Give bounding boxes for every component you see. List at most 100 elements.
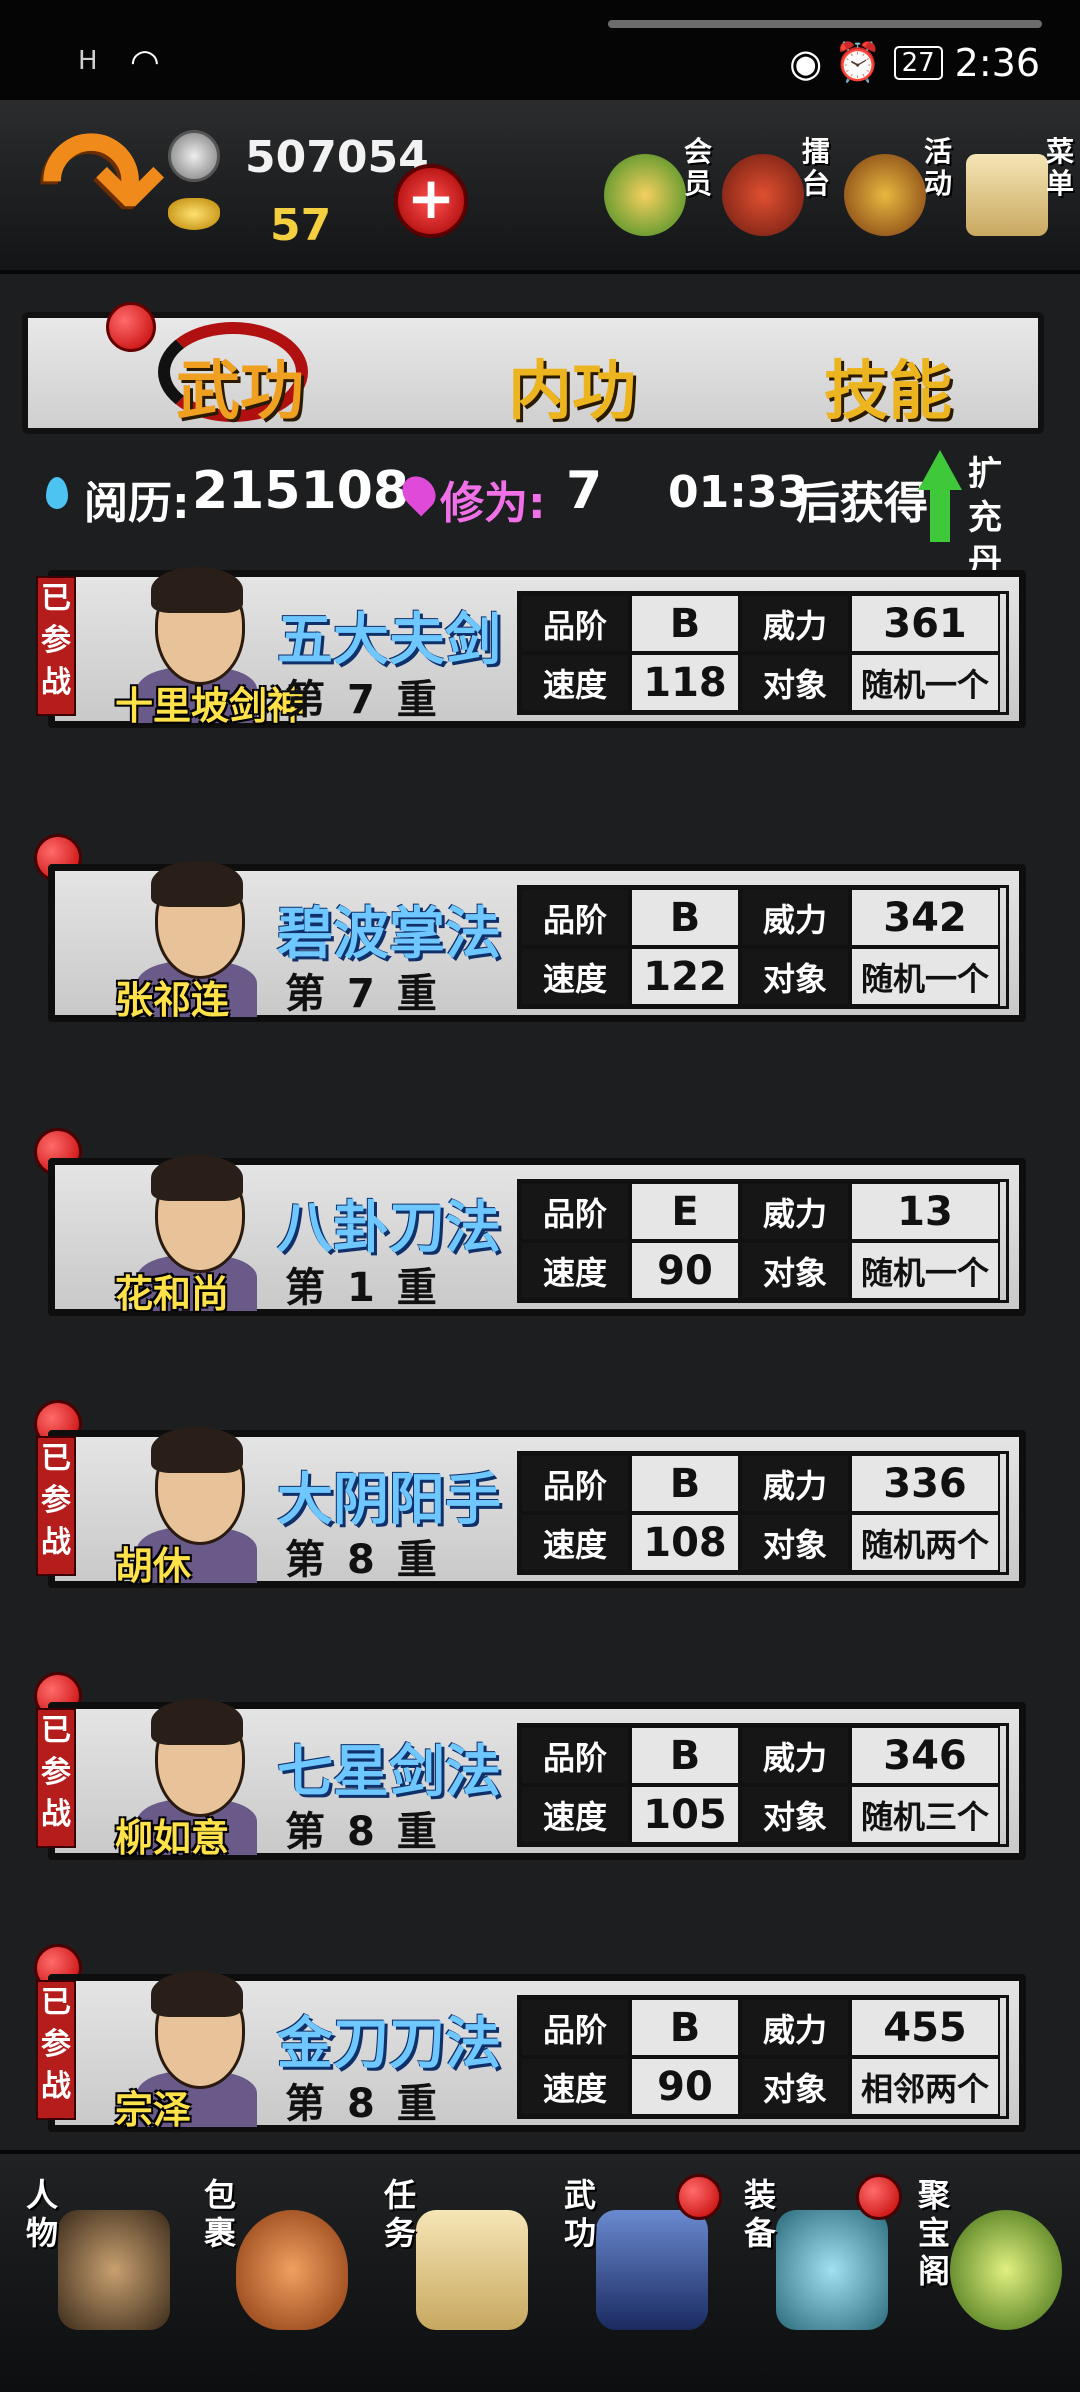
cultivation-value: 7 bbox=[566, 461, 603, 521]
add-currency-button[interactable]: + bbox=[394, 164, 468, 238]
nav-equip-label: 装备 bbox=[743, 2176, 776, 2252]
expand-arrow-icon[interactable] bbox=[918, 450, 962, 490]
speed-label: 速度 bbox=[520, 1513, 630, 1572]
signal-icon: H bbox=[78, 46, 98, 76]
grade-label: 品阶 bbox=[520, 1454, 630, 1513]
power-label: 威力 bbox=[740, 1726, 850, 1785]
skill-name: 八卦刀法 bbox=[277, 1196, 501, 1261]
alarm-icon: ⏰ bbox=[834, 40, 882, 84]
nav-bag-label: 包裹 bbox=[203, 2176, 236, 2252]
tab-bar: 武功 内功 技能 bbox=[22, 312, 1044, 434]
target-label: 对象 bbox=[740, 1513, 850, 1572]
grade-label: 品阶 bbox=[520, 1998, 630, 2057]
skill-name: 金刀刀法 bbox=[277, 2012, 501, 2077]
gold-amount: 57 bbox=[270, 200, 332, 251]
target-value: 随机一个 bbox=[850, 1241, 1000, 1300]
martial-book-icon bbox=[596, 2210, 708, 2330]
target-label: 对象 bbox=[740, 1241, 850, 1300]
skill-level: 第 7 重 bbox=[285, 667, 441, 725]
equip-sword-icon bbox=[776, 2210, 888, 2330]
power-value: 342 bbox=[850, 888, 1000, 947]
target-value: 随机三个 bbox=[850, 1785, 1000, 1844]
grade-label: 品阶 bbox=[520, 1182, 630, 1241]
gold-ingot-icon bbox=[168, 198, 220, 230]
nav-martial[interactable]: 武功 bbox=[552, 2170, 722, 2370]
skill-card[interactable]: 宗泽 金刀刀法 第 8 重 品阶 B 威力 455 速度 90 对象 相邻两个 bbox=[48, 1971, 1026, 2132]
skill-stats-grid: 品阶 B 威力 346 速度 105 对象 随机三个 bbox=[517, 1723, 1009, 1847]
battery-icon: 27 bbox=[893, 45, 943, 80]
grade-value: B bbox=[630, 1726, 740, 1785]
skill-card[interactable]: 花和尚 八卦刀法 第 1 重 品阶 E 威力 13 速度 90 对象 随机一个 bbox=[48, 1155, 1026, 1316]
skill-stats-grid: 品阶 B 威力 342 速度 122 对象 随机一个 bbox=[517, 885, 1009, 1009]
level-value: 1 bbox=[346, 1265, 379, 1311]
experience-label: 阅历: bbox=[84, 478, 190, 529]
grade-label: 品阶 bbox=[520, 1726, 630, 1785]
skill-card[interactable]: 柳如意 七星剑法 第 8 重 品阶 B 威力 346 速度 105 对象 随机三… bbox=[48, 1699, 1026, 1860]
timer: 01:33 bbox=[668, 467, 809, 518]
clock: 2:36 bbox=[954, 40, 1040, 85]
notch-pill bbox=[608, 20, 1042, 28]
tab-inner[interactable]: 内功 bbox=[508, 340, 636, 432]
nav-equip[interactable]: 装备 bbox=[732, 2170, 902, 2370]
nav-character-label: 人物 bbox=[25, 2176, 58, 2252]
speed-label: 速度 bbox=[520, 2057, 630, 2116]
target-label: 对象 bbox=[740, 653, 850, 712]
activity-icon bbox=[844, 154, 926, 236]
nav-bag[interactable]: 包裹 bbox=[192, 2170, 362, 2370]
grade-value: E bbox=[630, 1182, 740, 1241]
timer-suffix: 后获得 bbox=[796, 478, 928, 529]
nav-treasure[interactable]: 聚宝阁 bbox=[906, 2170, 1076, 2370]
scroll-menu-icon bbox=[966, 154, 1048, 236]
nav-martial-dot bbox=[676, 2174, 722, 2220]
back-arrow-icon[interactable]: ↶ bbox=[40, 98, 166, 272]
activity-label: 活动 bbox=[923, 135, 952, 200]
character-portrait: 柳如意 bbox=[115, 1699, 265, 1860]
level-suffix: 重 bbox=[396, 677, 441, 723]
grade-label: 品阶 bbox=[520, 594, 630, 653]
level-prefix: 第 bbox=[285, 971, 329, 1017]
level-value: 8 bbox=[346, 1537, 379, 1583]
activity-button[interactable]: 活动 bbox=[844, 130, 954, 260]
silver-amount: 507054 bbox=[245, 132, 429, 183]
in-battle-tag: 已参战 bbox=[36, 1436, 76, 1576]
skill-stats-grid: 品阶 B 威力 455 速度 90 对象 相邻两个 bbox=[517, 1995, 1009, 2119]
tab-martial[interactable]: 武功 bbox=[176, 340, 304, 432]
nav-character[interactable]: 人物 bbox=[14, 2170, 184, 2370]
expand-arrow-stem[interactable] bbox=[930, 488, 950, 542]
power-label: 威力 bbox=[740, 1454, 850, 1513]
skill-name: 大阴阳手 bbox=[277, 1468, 501, 1533]
speed-value: 108 bbox=[630, 1513, 740, 1572]
skill-card[interactable]: 胡休 大阴阳手 第 8 重 品阶 B 威力 336 速度 108 对象 随机两个 bbox=[48, 1427, 1026, 1588]
speed-value: 90 bbox=[630, 2057, 740, 2116]
character-portrait: 宗泽 bbox=[115, 1971, 265, 2132]
tab-skill[interactable]: 技能 bbox=[824, 340, 952, 432]
character-portrait: 十里坡剑神 bbox=[115, 567, 305, 728]
level-value: 8 bbox=[346, 1809, 379, 1855]
level-suffix: 重 bbox=[396, 1809, 441, 1855]
skill-card[interactable]: 张祁连 碧波掌法 第 7 重 品阶 B 威力 342 速度 122 对象 随机一… bbox=[48, 861, 1026, 1022]
nav-equip-dot bbox=[856, 2174, 902, 2220]
level-suffix: 重 bbox=[396, 971, 441, 1017]
skill-card[interactable]: 十里坡剑神 五大夫剑 第 7 重 品阶 B 威力 361 速度 118 对象 随… bbox=[48, 567, 1026, 728]
power-value: 336 bbox=[850, 1454, 1000, 1513]
menu-button[interactable]: 菜单 bbox=[966, 130, 1076, 260]
power-value: 455 bbox=[850, 1998, 1000, 2057]
speed-value: 90 bbox=[630, 1241, 740, 1300]
power-label: 威力 bbox=[740, 888, 850, 947]
arena-button[interactable]: 擂台 bbox=[722, 130, 832, 260]
nav-quest[interactable]: 任务 bbox=[372, 2170, 542, 2370]
skill-stats-grid: 品阶 B 威力 336 速度 108 对象 随机两个 bbox=[517, 1451, 1009, 1575]
power-value: 346 bbox=[850, 1726, 1000, 1785]
status-right: ◉ ⏰ 27 2:36 bbox=[789, 40, 1040, 85]
member-button[interactable]: 会员 bbox=[604, 130, 714, 260]
level-value: 8 bbox=[346, 2081, 379, 2127]
quest-scroll-icon bbox=[416, 2210, 528, 2330]
level-suffix: 重 bbox=[396, 2081, 441, 2127]
character-icon bbox=[58, 2210, 170, 2330]
power-label: 威力 bbox=[740, 1998, 850, 2057]
target-label: 对象 bbox=[740, 947, 850, 1006]
level-prefix: 第 bbox=[285, 677, 329, 723]
in-battle-tag: 已参战 bbox=[36, 576, 76, 716]
member-label: 会员 bbox=[683, 135, 712, 200]
cultivation-label: 修为: bbox=[440, 478, 546, 529]
